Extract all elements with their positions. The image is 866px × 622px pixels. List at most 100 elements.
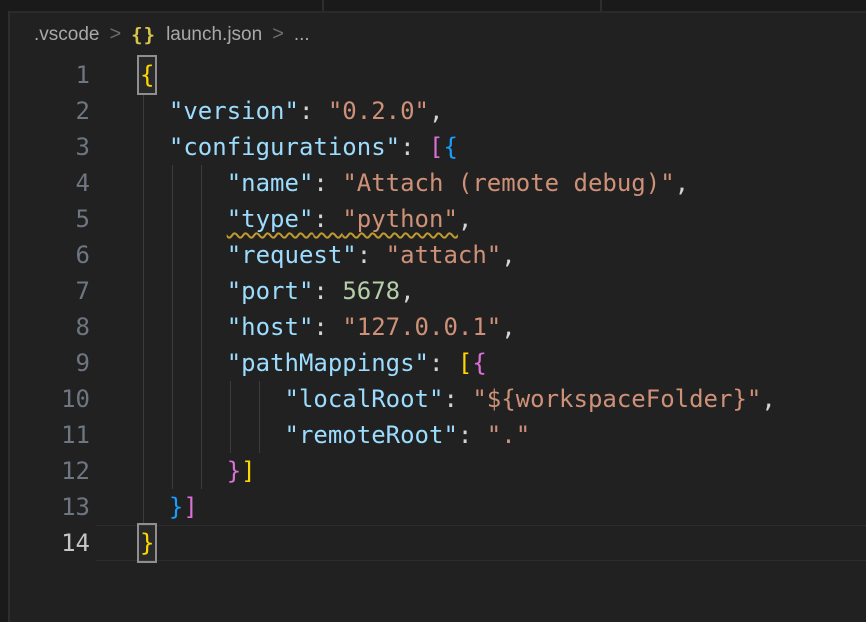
token: "port"	[227, 277, 314, 305]
token: {	[472, 349, 486, 377]
code-line: 1{	[0, 57, 866, 93]
line-number: 11	[0, 417, 90, 453]
code-line: 3 "configurations": [{	[0, 129, 866, 165]
line-number: 3	[0, 129, 90, 165]
line-number: 8	[0, 309, 90, 345]
line-number: 1	[0, 57, 90, 93]
token: {	[443, 133, 457, 161]
token: :	[357, 241, 386, 269]
line-number: 13	[0, 489, 90, 525]
code-line-text[interactable]: "version": "0.2.0",	[140, 93, 443, 129]
line-number: 5	[0, 201, 90, 237]
token: "configurations"	[169, 133, 400, 161]
bracket-match: }	[139, 525, 155, 561]
code-line-text[interactable]: "localRoot": "${workspaceFolder}",	[140, 381, 776, 417]
code-line: 9 "pathMappings": [{	[0, 345, 866, 381]
token: :	[299, 97, 328, 125]
token: "host"	[227, 313, 314, 341]
line-number: 4	[0, 165, 90, 201]
code-line: 11 "remoteRoot": "."	[0, 417, 866, 453]
token	[140, 241, 227, 269]
token: [	[429, 133, 443, 161]
token: :	[313, 205, 342, 233]
token: :	[313, 169, 342, 197]
token	[140, 349, 227, 377]
line-number: 9	[0, 345, 90, 381]
token: ,	[501, 241, 515, 269]
code-line: 7 "port": 5678,	[0, 273, 866, 309]
code-line-text[interactable]: "name": "Attach (remote debug)",	[140, 165, 689, 201]
token: "version"	[169, 97, 299, 125]
code-line: 2 "version": "0.2.0",	[0, 93, 866, 129]
code-line-text[interactable]: "port": 5678,	[140, 273, 415, 309]
code-line: 12 }]	[0, 453, 866, 489]
token: "remoteRoot"	[285, 421, 458, 449]
token: :	[429, 349, 458, 377]
token: ]	[241, 457, 255, 485]
code-line: 8 "host": "127.0.0.1",	[0, 309, 866, 345]
token: :	[458, 421, 487, 449]
token	[140, 493, 169, 521]
code-line-text[interactable]: {	[140, 57, 154, 93]
token: "."	[487, 421, 530, 449]
token: "Attach (remote debug)"	[342, 169, 674, 197]
token: "attach"	[386, 241, 502, 269]
line-number: 6	[0, 237, 90, 273]
code-line-text[interactable]: "host": "127.0.0.1",	[140, 309, 516, 345]
warning-squiggle: "type": "python"	[227, 205, 458, 233]
token: "python"	[342, 205, 458, 233]
code-line-text[interactable]: "remoteRoot": "."	[140, 417, 530, 453]
code-line: 5 "type": "python",	[0, 201, 866, 237]
token	[140, 169, 227, 197]
token: :	[400, 133, 429, 161]
code-line: 6 "request": "attach",	[0, 237, 866, 273]
token: :	[313, 277, 342, 305]
code-line: 4 "name": "Attach (remote debug)",	[0, 165, 866, 201]
code-line: 10 "localRoot": "${workspaceFolder}",	[0, 381, 866, 417]
token	[140, 385, 285, 413]
token	[140, 421, 285, 449]
code-line-text[interactable]: "type": "python",	[140, 201, 472, 237]
token: ,	[400, 277, 414, 305]
token: ,	[761, 385, 775, 413]
token: 5678	[342, 277, 400, 305]
token: "type"	[227, 205, 314, 233]
code-line: 14}	[0, 525, 866, 561]
token	[140, 133, 169, 161]
token: "name"	[227, 169, 314, 197]
token: "0.2.0"	[328, 97, 429, 125]
code-line-text[interactable]: "request": "attach",	[140, 237, 516, 273]
token: :	[313, 313, 342, 341]
code-line-text[interactable]: "configurations": [{	[140, 129, 458, 165]
token	[140, 457, 227, 485]
line-number: 2	[0, 93, 90, 129]
code-line-text[interactable]: }]	[140, 489, 198, 525]
token: ]	[183, 493, 197, 521]
line-number: 12	[0, 453, 90, 489]
token: :	[443, 385, 472, 413]
token	[140, 277, 227, 305]
token: "pathMappings"	[227, 349, 429, 377]
line-number: 14	[0, 525, 90, 561]
token	[140, 205, 227, 233]
token: ,	[501, 313, 515, 341]
bracket-match: {	[139, 57, 155, 93]
token	[140, 313, 227, 341]
token: }	[169, 493, 183, 521]
token: ,	[429, 97, 443, 125]
line-number: 10	[0, 381, 90, 417]
token: "127.0.0.1"	[342, 313, 501, 341]
token: [	[458, 349, 472, 377]
code-line: 13 }]	[0, 489, 866, 525]
token: "localRoot"	[285, 385, 444, 413]
code-line-text[interactable]: "pathMappings": [{	[140, 345, 487, 381]
code-line-text[interactable]: }]	[140, 453, 256, 489]
code-line-text[interactable]: }	[140, 525, 154, 561]
token: "request"	[227, 241, 357, 269]
token: ,	[675, 169, 689, 197]
editor-area[interactable]: 1{2 "version": "0.2.0",3 "configurations…	[0, 0, 866, 622]
token: "${workspaceFolder}"	[472, 385, 761, 413]
token: }	[227, 457, 241, 485]
token: ,	[458, 205, 472, 233]
line-number: 7	[0, 273, 90, 309]
